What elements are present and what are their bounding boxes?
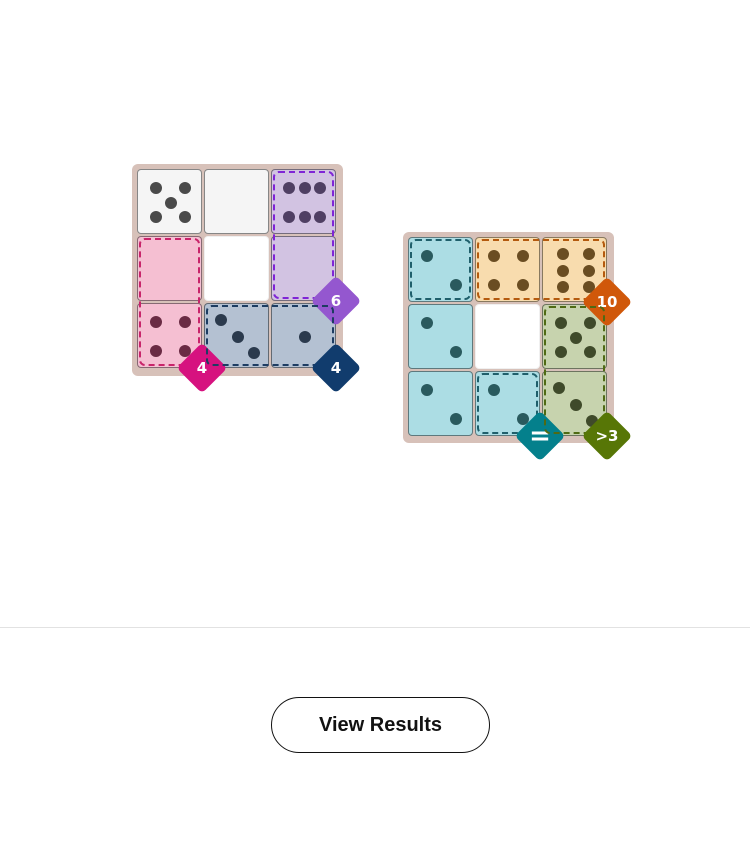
badge-label: 10 (596, 293, 618, 311)
die-cell-r1c0[interactable] (137, 236, 202, 301)
die-pip (556, 264, 569, 277)
die-pip (488, 278, 501, 291)
die-pip (150, 344, 163, 357)
die-pip (298, 182, 311, 195)
region-constraint-badge: 10 (581, 276, 633, 328)
die-pip (516, 250, 529, 263)
region-constraint-badge: = (514, 410, 566, 462)
die-pip (583, 345, 596, 358)
die-pip (215, 314, 228, 327)
puzzle-board-1: 6 4 4 (132, 164, 362, 394)
die-pip (449, 412, 462, 425)
badge-label: 4 (330, 359, 342, 377)
region-constraint-badge: 4 (310, 342, 362, 394)
die-pip (231, 330, 244, 343)
empty-cell[interactable] (475, 304, 540, 369)
die-pip (569, 331, 582, 344)
die-pip (569, 398, 582, 411)
die-pip (298, 210, 311, 223)
view-results-button[interactable]: View Results (271, 697, 490, 753)
die-cell-r0c1[interactable] (204, 169, 269, 234)
badge-label: >3 (595, 427, 619, 445)
region-constraint-badge: 4 (176, 342, 228, 394)
puzzle-board-2: 10 = >3 (403, 232, 633, 462)
die-pip (150, 316, 163, 329)
die-pip (314, 182, 327, 195)
die-pip (555, 317, 568, 330)
die-pip (553, 382, 566, 395)
die-pip (582, 247, 595, 260)
die-pip (298, 330, 311, 343)
die-pip (488, 384, 501, 397)
die-pip (556, 281, 569, 294)
die-pip (582, 264, 595, 277)
badge-label: 4 (196, 359, 208, 377)
die-pip (449, 345, 462, 358)
die-cell-r1c0[interactable] (408, 304, 473, 369)
die-cell-r0c2[interactable] (271, 169, 336, 234)
die-pip (282, 210, 295, 223)
die-pip (421, 317, 434, 330)
die-pip (488, 250, 501, 263)
die-pip (449, 278, 462, 291)
die-pip (178, 182, 191, 195)
die-cell-r0c0[interactable] (137, 169, 202, 234)
die-pip (314, 210, 327, 223)
die-pip (247, 346, 260, 359)
die-pip (150, 210, 163, 223)
region-constraint-badge: >3 (581, 410, 633, 462)
die-cell-r0c0[interactable] (408, 237, 473, 302)
die-pip (178, 316, 191, 329)
badge-label: 6 (330, 292, 342, 310)
die-pip (555, 345, 568, 358)
die-pip (150, 182, 163, 195)
empty-cell[interactable] (204, 236, 269, 301)
die-pip (282, 182, 295, 195)
die-pip (178, 210, 191, 223)
region-constraint-badge: 6 (310, 275, 362, 327)
divider (0, 627, 750, 628)
die-cell-r2c0[interactable] (408, 371, 473, 436)
die-pip (164, 196, 177, 209)
die-pip (556, 247, 569, 260)
die-pip (516, 278, 529, 291)
die-cell-r0c1[interactable] (475, 237, 540, 302)
badge-label: = (529, 421, 551, 451)
die-pip (421, 384, 434, 397)
die-pip (421, 250, 434, 263)
